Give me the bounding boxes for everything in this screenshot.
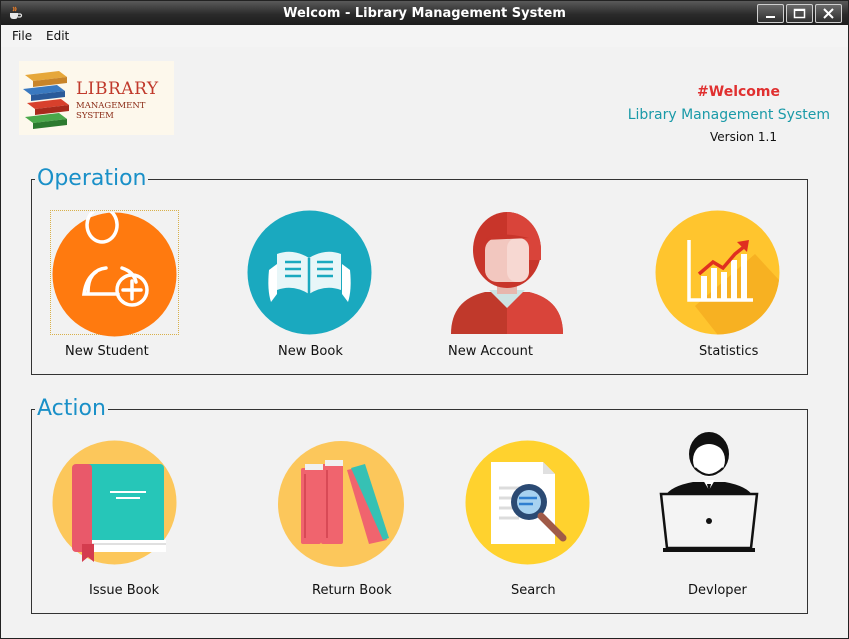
open-book-icon — [247, 210, 372, 335]
statistics-chart-icon — [655, 210, 780, 335]
return-book-label: Return Book — [312, 583, 392, 598]
minimize-icon — [766, 16, 775, 18]
search-button[interactable] — [465, 440, 590, 565]
new-book-button[interactable] — [247, 210, 372, 335]
new-student-button[interactable] — [52, 206, 177, 337]
closed-book-icon — [52, 440, 177, 565]
menu-bar: File Edit — [1, 25, 848, 47]
close-button[interactable] — [815, 4, 842, 23]
version-text: Version 1.1 — [709, 130, 777, 144]
return-book-button[interactable] — [277, 440, 405, 568]
document-search-icon — [465, 440, 590, 565]
new-book-label: New Book — [278, 344, 343, 359]
books-logo-icon — [23, 71, 69, 129]
new-student-label: New Student — [65, 344, 149, 359]
account-person-icon — [451, 212, 563, 334]
developer-button[interactable] — [655, 430, 763, 556]
app-logo: LIBRARY MANAGEMENT SYSTEM — [19, 61, 174, 135]
maximize-icon — [793, 8, 806, 19]
add-user-icon — [52, 206, 177, 337]
new-account-label: New Account — [448, 344, 533, 359]
welcome-text: #Welcome — [697, 84, 780, 100]
menu-edit[interactable]: Edit — [46, 29, 69, 43]
developer-label: Devloper — [688, 583, 747, 598]
window-title: Welcom - Library Management System — [283, 6, 566, 21]
action-group: Action Issue Book Return Book Search Dev… — [31, 396, 808, 614]
search-label: Search — [511, 583, 556, 598]
operation-group-title: Operation — [35, 166, 149, 191]
maximize-button[interactable] — [786, 4, 813, 23]
main-window: Welcom - Library Management System File … — [0, 0, 849, 639]
logo-title: LIBRARY — [76, 79, 159, 99]
issue-book-label: Issue Book — [89, 583, 160, 598]
books-stack-icon — [278, 441, 404, 567]
logo-subtitle: MANAGEMENT SYSTEM — [76, 101, 146, 121]
app-name-text: Library Management System — [627, 107, 830, 123]
close-icon — [823, 8, 834, 19]
new-account-button[interactable] — [443, 210, 571, 336]
action-group-title: Action — [35, 396, 108, 421]
menu-file[interactable]: File — [12, 29, 32, 43]
minimize-button[interactable] — [757, 4, 784, 23]
title-bar[interactable]: Welcom - Library Management System — [1, 1, 848, 25]
statistics-button[interactable] — [655, 210, 780, 335]
issue-book-button[interactable] — [52, 440, 177, 565]
operation-group: Operation New Student New Book New Accou… — [31, 166, 808, 375]
developer-laptop-icon — [659, 432, 759, 552]
statistics-label: Statistics — [699, 344, 759, 359]
